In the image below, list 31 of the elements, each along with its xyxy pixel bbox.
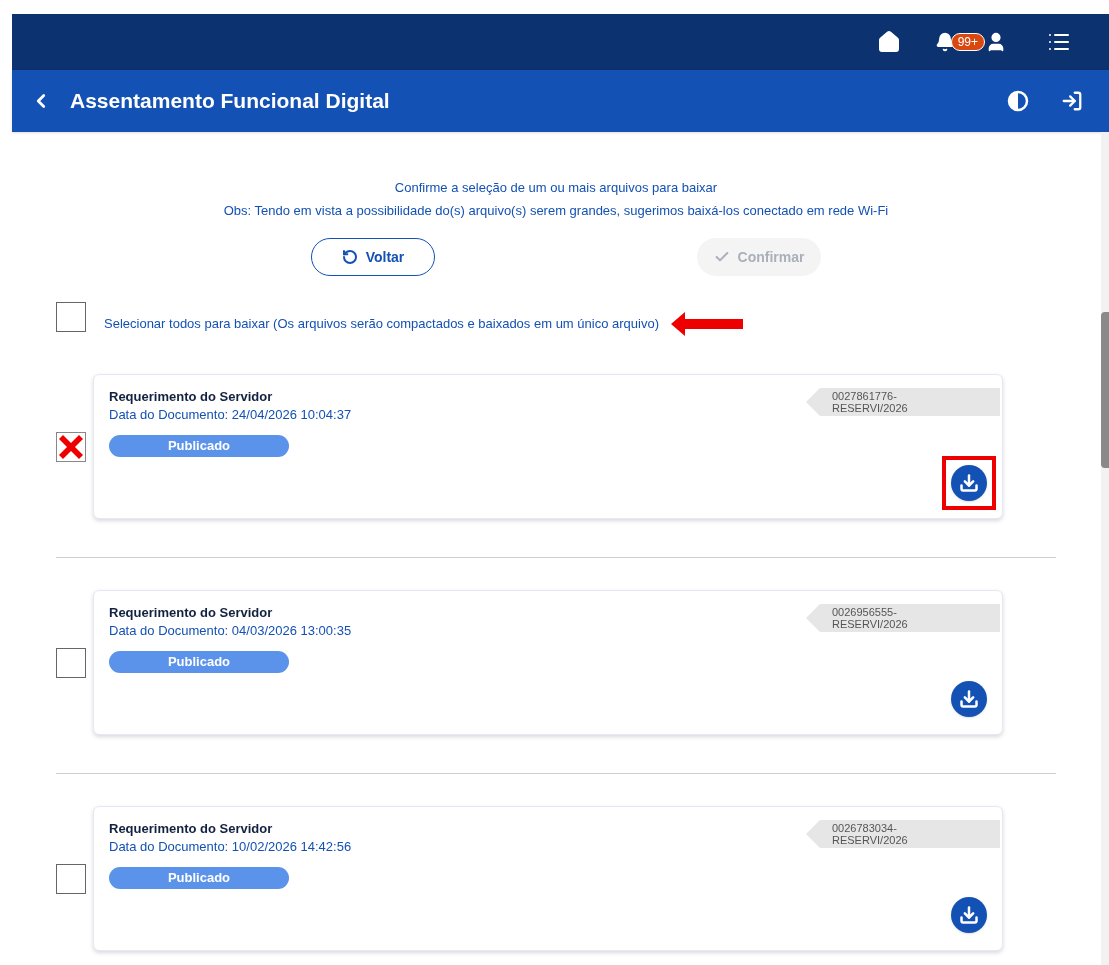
download-button[interactable]	[951, 681, 987, 717]
status-badge: Publicado	[109, 651, 289, 673]
home-icon[interactable]	[876, 30, 901, 54]
download-icon	[959, 905, 979, 925]
checkbox[interactable]	[56, 863, 86, 894]
status-badge: Publicado	[109, 867, 289, 889]
checkbox[interactable]	[56, 431, 86, 462]
select-all-label[interactable]: Selecionar todos para baixar (Os arquivos serão compactados e baixados em um único arquivo)	[104, 314, 659, 334]
bell-icon[interactable]	[934, 32, 955, 52]
notice-text: Confirme a seleção de um ou mais arquivos para baixar	[393, 179, 719, 197]
download-button[interactable]	[951, 897, 987, 933]
contrast-icon[interactable]	[1007, 90, 1029, 112]
document-date: Data do Documento: 24/04/2026 10:04:37	[109, 406, 353, 424]
document-title: Requerimento do Servidor	[109, 820, 274, 838]
download-icon	[959, 689, 979, 709]
page-title: Assentamento Funcional Digital	[70, 88, 391, 115]
notification-badge: 99+	[950, 33, 985, 51]
document-title: Requerimento do Servidor	[109, 604, 274, 622]
notice-text: Obs: Tendo em vista a possibilidade do(s) arquivo(s) serem grandes, sugerimos baixá-los conectado em rede Wi-Fi	[222, 202, 890, 220]
download-button[interactable]	[951, 465, 987, 501]
checkbox[interactable]	[56, 302, 86, 332]
scrollbar-thumb[interactable]	[1101, 312, 1109, 468]
checkbox[interactable]	[56, 647, 86, 678]
document-title: Requerimento do Servidor	[109, 388, 274, 406]
undo-icon	[341, 249, 358, 265]
status-badge: Publicado	[109, 435, 289, 457]
download-icon	[959, 473, 979, 493]
logout-icon[interactable]	[1061, 90, 1083, 112]
document-date: Data do Documento: 04/03/2026 13:00:35	[109, 622, 353, 640]
cross-mark-icon	[57, 432, 85, 461]
document-date: Data do Documento: 10/02/2026 14:42:56	[109, 838, 353, 856]
